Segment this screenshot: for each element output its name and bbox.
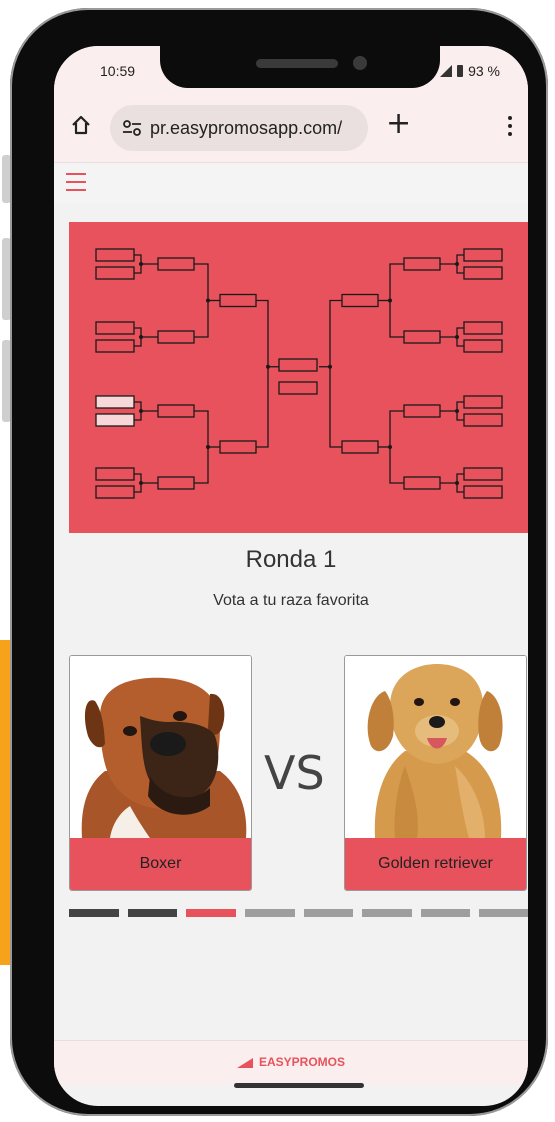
bracket-node	[388, 445, 392, 449]
round-title: Ronda 1	[245, 546, 337, 573]
bracket-slot-round3	[341, 440, 379, 454]
round-subtitle: Vota a tu raza favorita	[213, 592, 369, 609]
progress-segment	[127, 909, 178, 917]
bracket-slot-round3	[219, 440, 257, 454]
progress-segment	[362, 909, 412, 917]
bracket-slot-round2	[403, 257, 441, 271]
bracket-slot-round1	[463, 266, 503, 280]
phone-screen: 10:59 93 % pr.easypromosapp.com/ + Ronda…	[54, 46, 528, 1106]
progress-segment	[186, 909, 236, 917]
brand-footer[interactable]: EASYPROMOS	[54, 1055, 528, 1069]
vote-card-boxer[interactable]: Boxer	[69, 655, 252, 891]
bracket-node	[139, 262, 143, 266]
bracket-slot-round2	[157, 257, 195, 271]
tournament-bracket	[69, 222, 528, 533]
bracket-slot-round1	[95, 266, 135, 280]
vote-card-label: Golden retriever	[345, 838, 526, 890]
phone-frame: 10:59 93 % pr.easypromosapp.com/ + Ronda…	[10, 8, 548, 1116]
bracket-node	[139, 481, 143, 485]
bracket-slot-round1	[95, 321, 135, 335]
bracket-slot-round1	[463, 248, 503, 262]
bracket-slot-round2	[403, 330, 441, 344]
bracket-slot-round1	[95, 339, 135, 353]
progress-segment	[420, 909, 471, 917]
battery-icon	[457, 65, 464, 77]
camera	[353, 56, 367, 70]
bracket-node	[139, 335, 143, 339]
bracket-node	[455, 262, 459, 266]
bracket-node	[455, 481, 459, 485]
bracket-slot-round2	[157, 476, 195, 490]
round-progress-indicator	[69, 909, 528, 917]
bracket-node	[266, 364, 270, 369]
bracket-slot-round2	[157, 404, 195, 418]
signal-icon	[440, 65, 453, 77]
progress-segment	[244, 909, 295, 917]
page-header	[54, 162, 528, 203]
bracket-slot-round1	[463, 485, 503, 499]
bracket-slot-round1	[95, 248, 135, 262]
bracket-slot-round3	[341, 293, 379, 308]
bracket-connector	[256, 299, 269, 448]
bracket-slot-round1	[463, 339, 503, 353]
camera-notch	[160, 46, 440, 88]
bracket-slot-round1	[463, 413, 503, 427]
address-bar[interactable]: pr.easypromosapp.com/	[110, 105, 368, 151]
easypromos-logo-icon	[236, 1057, 253, 1068]
bracket-node	[388, 298, 392, 303]
bracket-slot-round1	[95, 413, 135, 427]
bracket-node	[139, 409, 143, 413]
bracket-connector	[194, 263, 209, 338]
bracket-slot-round1	[463, 395, 503, 409]
menu-icon[interactable]	[66, 173, 86, 197]
bracket-node	[455, 335, 459, 339]
progress-segment	[69, 909, 119, 917]
browser-toolbar: pr.easypromosapp.com/ +	[54, 94, 528, 162]
bracket-slot-round2	[403, 404, 441, 418]
bracket-slot-round3	[219, 293, 257, 308]
bracket-slot-round1	[95, 485, 135, 499]
bracket-node	[206, 298, 210, 303]
bracket-slot-round2	[403, 476, 441, 490]
bracket-node	[328, 364, 332, 369]
new-tab-plus-icon[interactable]: +	[386, 109, 411, 139]
brand-name: EASYPROMOS	[258, 1055, 345, 1069]
golden-retriever-dog-image	[345, 656, 526, 838]
bracket-slot-round1	[463, 467, 503, 481]
battery-percent: 93 %	[468, 63, 500, 79]
home-icon[interactable]	[70, 114, 92, 136]
tune-icon[interactable]	[122, 119, 142, 137]
status-time: 10:59	[100, 63, 136, 79]
bracket-slot-final	[278, 381, 318, 395]
footer: EASYPROMOS	[54, 1040, 528, 1085]
bracket-connector	[329, 299, 342, 448]
bracket-connector	[389, 263, 404, 338]
vote-card-label: Boxer	[70, 838, 251, 890]
bracket-node	[206, 445, 210, 449]
home-indicator	[234, 1083, 364, 1088]
bracket-slot-round1	[95, 395, 135, 409]
status-indicators: 93 %	[440, 63, 500, 79]
speaker	[256, 59, 338, 68]
bracket-slot-round1	[463, 321, 503, 335]
vs-label: VS	[264, 746, 325, 800]
bracket-diagram	[95, 248, 503, 499]
bracket-slot-final	[278, 358, 318, 372]
boxer-dog-image	[70, 656, 251, 838]
progress-segment	[479, 909, 528, 917]
bracket-node	[455, 409, 459, 413]
bracket-connector	[389, 410, 404, 484]
bracket-slot-round1	[95, 467, 135, 481]
progress-segment	[303, 909, 354, 917]
vote-card-golden-retriever[interactable]: Golden retriever	[344, 655, 527, 891]
bracket-slot-round2	[157, 330, 195, 344]
bracket-connector	[194, 410, 209, 484]
url-text: pr.easypromosapp.com/	[150, 118, 343, 138]
more-vert-icon[interactable]	[508, 116, 512, 140]
